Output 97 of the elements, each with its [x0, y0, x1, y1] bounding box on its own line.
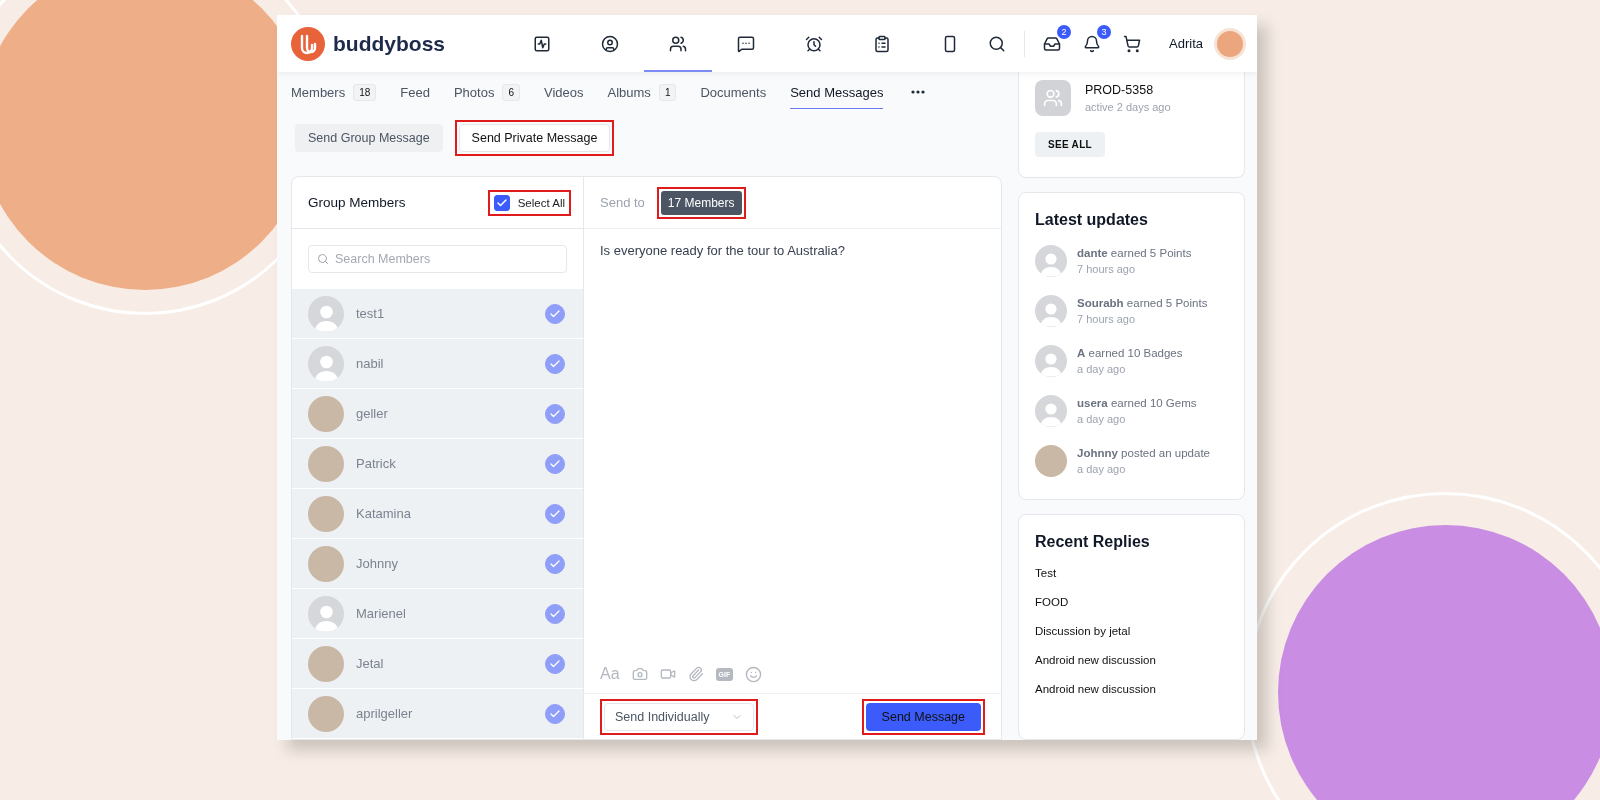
update-text: A earned 10 Badges [1077, 347, 1183, 359]
panel-title: Group Members [308, 195, 406, 210]
update-time: 7 hours ago [1077, 263, 1137, 275]
count-badge: 3 [1097, 24, 1112, 39]
select-all-checkbox[interactable]: Select All [491, 193, 567, 212]
avatar-silhouette-icon [1035, 295, 1067, 327]
member-name: Marienel [356, 606, 407, 621]
avatar-silhouette-icon [1035, 345, 1067, 377]
member-row[interactable]: Katamina [292, 489, 583, 539]
alarm-clock-icon [805, 34, 824, 53]
search-icon [317, 253, 329, 265]
member-row[interactable]: geller [292, 389, 583, 439]
count-badge: 2 [1057, 24, 1072, 39]
update-time: a day ago [1077, 463, 1127, 475]
card-title: Recent Replies [1035, 533, 1151, 551]
camera-icon[interactable] [631, 666, 648, 682]
check-circle-icon[interactable] [545, 703, 565, 724]
recipients-tag: 17 Members [660, 190, 742, 215]
tab[interactable]: Members 18 [291, 74, 377, 110]
check-icon [495, 196, 508, 209]
search-field[interactable]: Search Members [308, 245, 567, 273]
update-text: Johnny posted an update [1077, 447, 1210, 459]
reply-link[interactable]: Android new discussion [1035, 654, 1228, 666]
activity-icon [533, 34, 552, 53]
member-name: nabil [356, 356, 385, 371]
see-all-button[interactable]: SEE ALL [1035, 132, 1105, 157]
avatar-silhouette-icon [1035, 245, 1067, 277]
member-row[interactable]: Patrick [292, 439, 583, 489]
tab[interactable]: Feed [400, 75, 430, 109]
update-text: usera earned 10 Gems [1077, 397, 1197, 409]
subtab-button[interactable]: Send Private Message [458, 124, 611, 152]
message-text[interactable]: Is everyone ready for the tour to Australia? [584, 229, 1001, 665]
tab[interactable]: Albums 1 [607, 74, 677, 110]
check-circle-icon[interactable] [545, 553, 565, 574]
check-circle-icon[interactable] [545, 303, 565, 324]
user-circle-icon [601, 34, 620, 53]
avatar-silhouette-icon [308, 295, 344, 332]
member-name: geller [356, 406, 389, 421]
member-name: Katamina [356, 506, 412, 521]
logo-icon [291, 26, 325, 61]
photo-placeholder [308, 545, 344, 582]
smile-icon[interactable] [745, 665, 763, 683]
group-status: active 2 days ago [1085, 101, 1171, 113]
photo-placeholder [308, 495, 344, 532]
check-circle-icon[interactable] [545, 453, 565, 474]
photo-placeholder [308, 695, 344, 732]
update-text: dante earned 5 Points [1077, 247, 1192, 259]
subtab-button[interactable]: Send Group Message [295, 124, 443, 152]
member-name: Jetal [356, 656, 385, 671]
send-mode-dropdown[interactable]: Send Individually [604, 702, 754, 731]
check-circle-icon[interactable] [545, 503, 565, 524]
check-circle-icon[interactable] [545, 353, 565, 374]
reply-link[interactable]: FOOD [1035, 596, 1228, 608]
tab[interactable]: Videos [544, 75, 584, 109]
member-name: Johnny [356, 556, 399, 571]
tab[interactable]: Documents [700, 75, 767, 109]
update-time: 7 hours ago [1077, 313, 1137, 325]
user-name[interactable]: Adrita [1169, 36, 1203, 51]
tab-count: 6 [502, 84, 520, 101]
tab-count: 1 [658, 84, 677, 101]
avatar-silhouette-icon [308, 595, 344, 632]
clipboard-icon [873, 34, 892, 53]
tab[interactable]: Photos 6 [453, 74, 520, 110]
send-to-label: Send to [600, 195, 645, 210]
member-row[interactable]: Johnny [292, 539, 583, 589]
reply-link[interactable]: Test [1035, 567, 1228, 579]
video-icon[interactable] [659, 666, 676, 682]
member-name: test1 [356, 306, 386, 321]
user-avatar[interactable] [1217, 30, 1243, 57]
reply-link[interactable]: Android new discussion [1035, 683, 1228, 695]
people-icon [669, 34, 688, 53]
update-time: a day ago [1077, 363, 1127, 375]
send-message-button[interactable]: Send Message [865, 702, 981, 731]
avatar-silhouette-icon [1035, 395, 1067, 427]
photo-placeholder [1035, 445, 1067, 477]
ellipsis-icon [911, 90, 926, 94]
chat-icon [737, 34, 756, 53]
avatar-silhouette-icon [308, 345, 344, 382]
paperclip-icon[interactable] [687, 666, 704, 682]
member-row[interactable]: Jetal [292, 639, 583, 689]
logo-text: buddyboss [333, 31, 445, 56]
tab[interactable]: Send Messages [790, 75, 884, 109]
check-circle-icon[interactable] [545, 603, 565, 624]
check-circle-icon[interactable] [545, 653, 565, 674]
member-name: aprilgeller [356, 706, 414, 721]
photo-placeholder [308, 445, 344, 482]
reply-link[interactable]: Discussion by jetal [1035, 625, 1228, 637]
check-circle-icon[interactable] [545, 403, 565, 424]
group-name[interactable]: PROD-5358 [1085, 83, 1171, 97]
member-name: Patrick [356, 456, 397, 471]
tab-count: 18 [353, 84, 377, 101]
card-title: Latest updates [1035, 211, 1149, 229]
group-icon [1035, 80, 1071, 116]
photo-placeholder [308, 645, 344, 682]
update-text: Sourabh earned 5 Points [1077, 297, 1208, 309]
photo-placeholder [308, 395, 344, 432]
update-time: a day ago [1077, 413, 1127, 425]
